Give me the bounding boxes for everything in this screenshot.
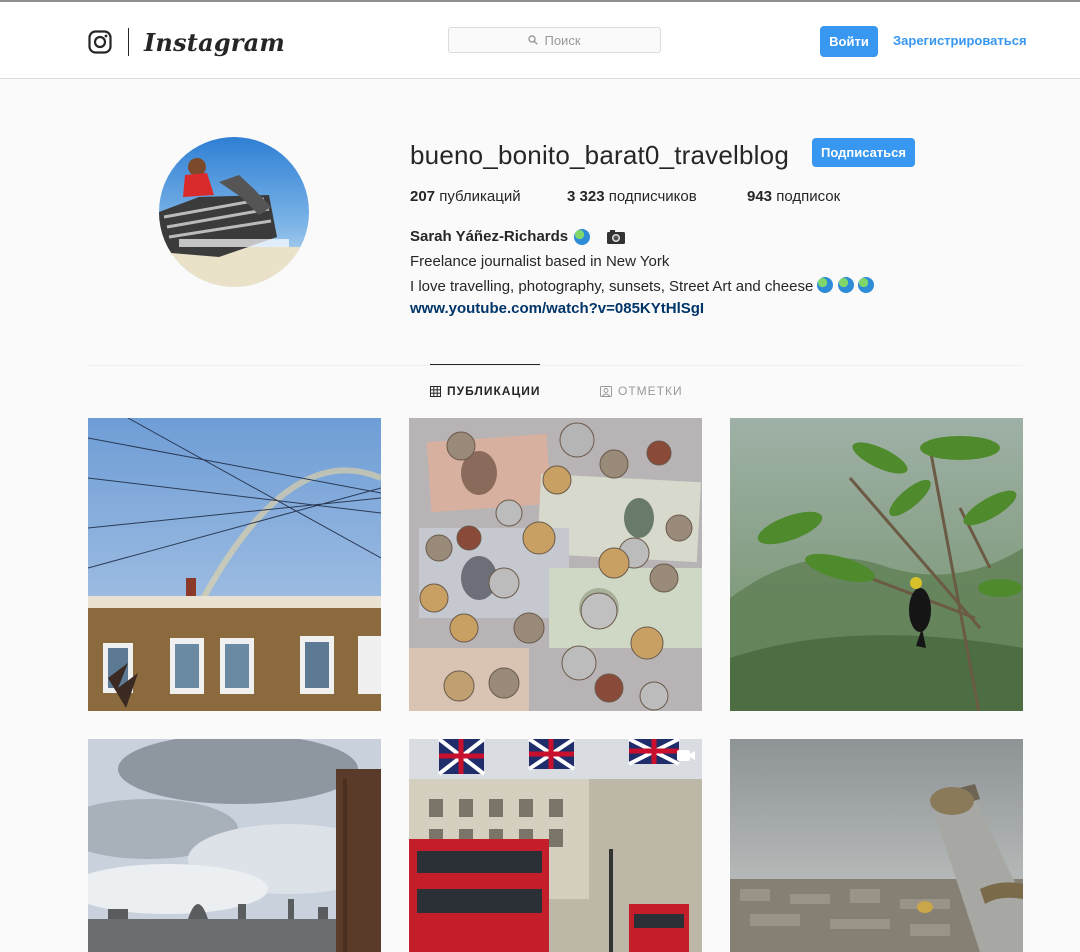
post-thumbnail[interactable] — [409, 418, 702, 711]
stat-posts-value: 207 — [410, 188, 436, 205]
globe-emoji-icon — [857, 277, 874, 293]
globe-emoji-icon — [837, 277, 854, 293]
video-indicator-icon — [677, 750, 695, 761]
stat-following-value: 943 — [747, 188, 773, 205]
login-button[interactable]: Войти — [820, 26, 878, 57]
tab-tagged[interactable]: ОТМЕТКИ — [600, 384, 683, 398]
tab-tagged-label: ОТМЕТКИ — [618, 384, 683, 398]
logo-divider — [128, 28, 129, 56]
stat-following-label: подписок — [776, 188, 841, 205]
top-navbar: Instagram Поиск Войти Зарегистрироваться — [0, 2, 1080, 79]
globe-emoji-icon — [574, 228, 591, 245]
stat-followers[interactable]: 3 323 подписчиков — [567, 188, 697, 205]
bio-line-2-text: I love travelling, photography, sunsets,… — [410, 278, 814, 295]
tagged-user-icon — [600, 385, 612, 397]
profile-avatar — [159, 137, 309, 287]
post-thumbnail[interactable] — [88, 418, 381, 711]
profile-tabs-divider — [88, 365, 1023, 366]
full-name-text: Sarah Yáñez-Richards — [410, 228, 569, 245]
stat-followers-label: подписчиков — [608, 188, 697, 205]
post-thumbnail[interactable] — [730, 739, 1023, 952]
bio-line-2: I love travelling, photography, sunsets,… — [410, 277, 874, 295]
stat-posts-label: публикаций — [439, 188, 521, 205]
post-thumbnail[interactable] — [409, 739, 702, 952]
post-thumbnail[interactable] — [88, 739, 381, 952]
globe-emoji-icon — [817, 277, 834, 293]
tab-posts[interactable]: ПУБЛИКАЦИИ — [430, 384, 540, 398]
active-tab-indicator — [430, 364, 540, 365]
bio-line-1: Freelance journalist based in New York — [410, 253, 670, 270]
search-placeholder: Поиск — [544, 32, 581, 48]
stat-posts[interactable]: 207 публикаций — [410, 188, 521, 205]
stat-following[interactable]: 943 подписок — [747, 188, 840, 205]
signup-link[interactable]: Зарегистрироваться — [893, 33, 1027, 48]
profile-full-name: Sarah Yáñez-Richards — [410, 228, 626, 245]
bio-external-link[interactable]: www.youtube.com/watch?v=085KYtHlSgI — [410, 300, 704, 317]
follow-button[interactable]: Подписаться — [812, 138, 915, 167]
camera-emoji-icon — [607, 229, 626, 244]
search-input[interactable]: Поиск — [448, 27, 661, 53]
tab-posts-label: ПУБЛИКАЦИИ — [447, 384, 541, 398]
profile-username: bueno_bonito_barat0_travelblog — [410, 140, 789, 170]
instagram-glyph-icon[interactable] — [88, 30, 112, 54]
post-thumbnail[interactable] — [730, 418, 1023, 711]
stat-followers-value: 3 323 — [567, 188, 605, 205]
grid-icon — [430, 385, 441, 397]
search-icon — [528, 35, 539, 45]
instagram-wordmark[interactable]: Instagram — [144, 28, 285, 57]
